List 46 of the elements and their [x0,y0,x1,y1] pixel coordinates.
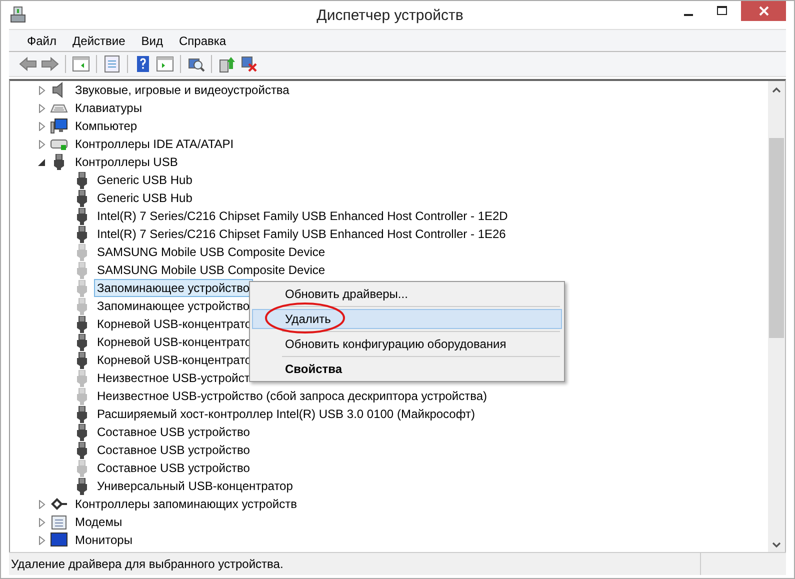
category-label[interactable]: Контроллеры IDE ATA/ATAPI [72,135,237,153]
category-label[interactable]: Контроллеры USB [72,153,181,171]
device-manager-icon [9,6,27,24]
menu-item[interactable]: Действие [64,34,134,48]
device-label[interactable]: SAMSUNG Mobile USB Composite Device [94,243,328,261]
scroll-down-icon[interactable] [772,542,781,548]
category-label[interactable]: Мониторы [72,531,136,549]
menu-item[interactable]: Вид [133,34,171,48]
device-label[interactable]: Intel(R) 7 Series/C216 Chipset Family USB Enhanced Host Controller - 1E2D [94,207,511,225]
device-label[interactable]: Составное USB устройство [94,459,253,477]
context-menu-item[interactable]: Обновить драйверы... [252,284,562,304]
device-label[interactable]: SAMSUNG Mobile USB Composite Device [94,261,328,279]
category-label[interactable]: Компьютер [72,117,140,135]
computer-icon [50,118,68,134]
category-label[interactable]: Клавиатуры [72,99,145,117]
device-label[interactable]: Составное USB устройство [94,423,253,441]
close-icon [758,6,768,16]
device-label[interactable]: Generic USB Hub [94,171,196,189]
close-button[interactable] [741,1,786,21]
device-label[interactable]: Составное USB устройство [94,441,253,459]
category-label[interactable]: Контроллеры запоминающих устройств [72,495,300,513]
menu-item[interactable]: Файл [19,34,65,48]
vertical-scrollbar[interactable] [768,81,785,552]
monitor-icon [50,532,68,548]
category-label[interactable]: Звуковые, игровые и видеоустройства [72,81,292,99]
device-label[interactable]: Generic USB Hub [94,189,196,207]
device-label[interactable]: Запоминающее устройство [94,279,253,297]
device-label[interactable]: Неизвестное USB-устройство (сбой запроса дескриптора устройства) [94,387,490,405]
device-label[interactable]: Запоминающее устройство [94,297,253,315]
expand-arrow-icon[interactable] [38,158,46,166]
status-text: Удаление драйвера для выбранного устройства. [10,557,284,571]
context-menu-item[interactable]: Свойства [252,359,562,379]
device-label[interactable]: Универсальный USB-концентратор [94,477,296,495]
scroll-up-icon[interactable] [772,87,781,93]
maximize-icon [717,6,727,16]
device-label[interactable]: Неизвестное USB-устройст [94,369,253,387]
menu-item[interactable]: Справка [171,34,234,48]
context-menu-item[interactable]: Удалить [252,309,562,329]
category-label[interactable]: Модемы [72,513,126,531]
window-title: Диспетчер устройств [316,6,464,24]
minimize-icon [684,14,692,16]
scroll-thumb[interactable] [769,138,784,338]
context-menu-item[interactable]: Обновить конфигурацию оборудования [252,334,562,354]
device-label[interactable]: Расширяемый хост-контроллер Intel(R) USB 3.0 0100 (Майкрософт) [94,405,478,423]
diamond-icon [50,496,68,512]
device-label[interactable]: Intel(R) 7 Series/C216 Chipset Family USB Enhanced Host Controller - 1E26 [94,225,509,243]
